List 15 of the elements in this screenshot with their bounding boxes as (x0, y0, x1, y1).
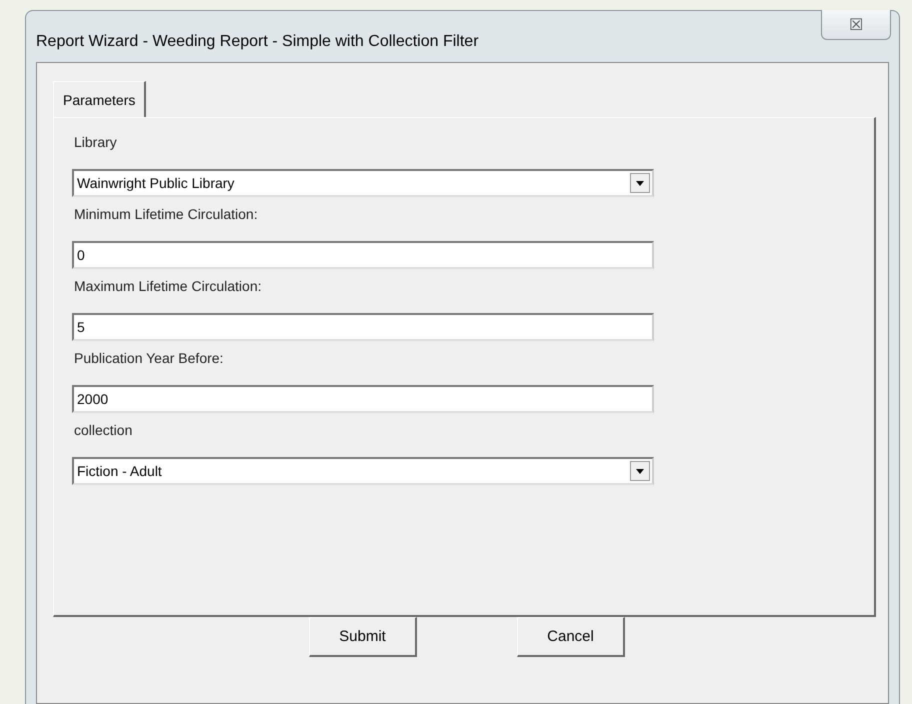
dropdown[interactable]: Fiction - Adult (72, 457, 654, 485)
input-field[interactable]: 5 (72, 313, 654, 341)
dropdown[interactable]: Wainwright Public Library (72, 169, 654, 197)
field-label: Publication Year Before: (74, 349, 224, 368)
cancel-button[interactable]: Cancel (517, 617, 625, 657)
tab[interactable]: Parameters (53, 81, 146, 117)
field-label: Maximum Lifetime Circulation: (74, 277, 262, 296)
field-label: Minimum Lifetime Circulation: (74, 205, 259, 224)
field-label: collection (74, 421, 134, 440)
submit-button[interactable]: Submit (309, 617, 417, 657)
field-label: Library (74, 133, 118, 152)
window-title: Report Wizard - Weeding Report - Simple with Collection Filter (36, 33, 479, 51)
close-button[interactable]: ☒ (821, 10, 891, 40)
input-field[interactable]: 0 (72, 241, 654, 269)
input-field[interactable]: 2000 (72, 385, 654, 413)
